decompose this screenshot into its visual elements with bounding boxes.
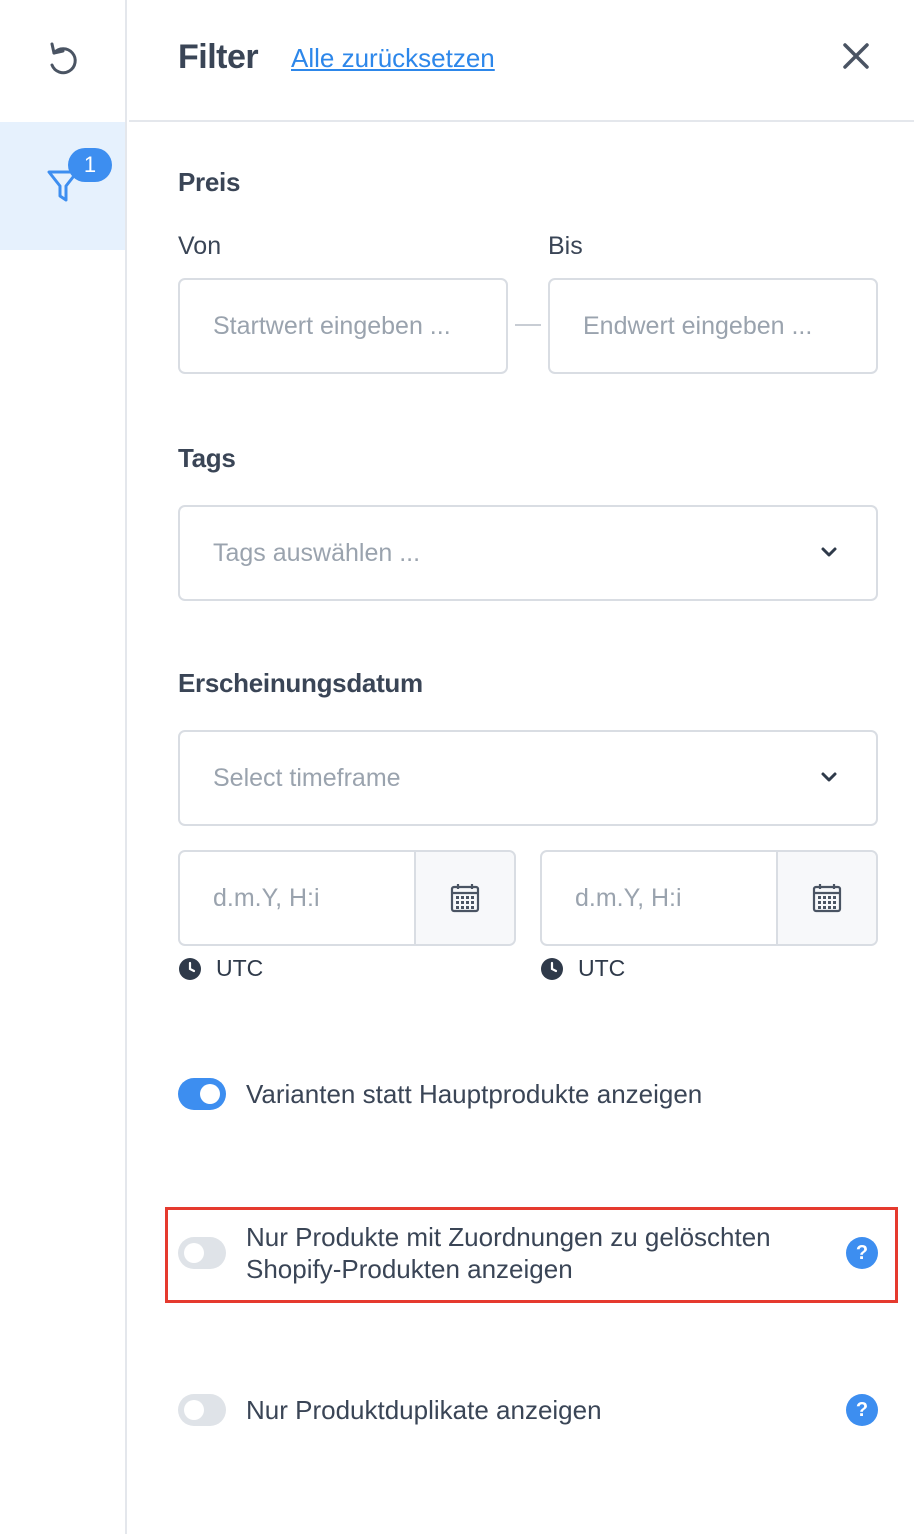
toggle-row-deleted-shopify: Nur Produkte mit Zuordnungen zu gelöscht…: [178, 1221, 771, 1285]
duplicates-toggle[interactable]: [178, 1394, 226, 1426]
calendar-icon: [812, 884, 842, 913]
price-from-label: Von: [178, 232, 222, 260]
page-title: Filter: [178, 38, 259, 76]
price-section-label: Preis: [178, 167, 241, 197]
price-to-label: Bis: [548, 232, 583, 260]
clock-icon: [541, 957, 563, 980]
help-icon[interactable]: ?: [846, 1237, 878, 1269]
variants-toggle[interactable]: [178, 1078, 226, 1110]
price-from-placeholder: Startwert eingeben ...: [213, 311, 451, 340]
timeframe-placeholder: Select timeframe: [213, 763, 401, 792]
chevron-down-icon: [821, 772, 837, 782]
undo-icon: [50, 42, 77, 75]
tags-select[interactable]: Tags auswählen ...: [178, 505, 878, 601]
range-separator: [515, 324, 541, 326]
toggle-knob: [184, 1243, 204, 1263]
variants-toggle-label: Varianten statt Hauptprodukte anzeigen: [246, 1079, 703, 1109]
end-timezone-label: UTC: [578, 955, 626, 981]
start-date-placeholder: d.m.Y, H:i: [213, 884, 320, 912]
deleted-shopify-label-line2: Shopify-Produkten anzeigen: [246, 1254, 573, 1284]
start-date-picker-button[interactable]: [414, 852, 514, 944]
deleted-shopify-toggle[interactable]: [178, 1237, 226, 1269]
start-date-input[interactable]: d.m.Y, H:i: [178, 850, 516, 946]
start-timezone: UTC: [178, 955, 263, 982]
reset-all-link[interactable]: Alle zurücksetzen: [291, 43, 495, 74]
tags-placeholder: Tags auswählen ...: [213, 538, 421, 567]
filter-count-badge: 1: [68, 148, 112, 182]
undo-button[interactable]: [0, 0, 125, 120]
chevron-down-icon: [821, 547, 837, 557]
duplicates-toggle-label: Nur Produktduplikate anzeigen: [246, 1395, 602, 1425]
tags-section-label: Tags: [178, 443, 236, 473]
end-date-placeholder: d.m.Y, H:i: [575, 884, 682, 912]
end-date-input[interactable]: d.m.Y, H:i: [540, 850, 878, 946]
help-icon[interactable]: ?: [846, 1394, 878, 1426]
end-timezone: UTC: [540, 955, 625, 982]
toggle-knob: [184, 1400, 204, 1420]
clock-icon: [179, 957, 201, 980]
deleted-shopify-toggle-label: Nur Produkte mit Zuordnungen zu gelöscht…: [246, 1221, 771, 1285]
filter-rail-button[interactable]: [0, 122, 125, 250]
timeframe-select[interactable]: Select timeframe: [178, 730, 878, 826]
price-to-input[interactable]: Endwert eingeben ...: [548, 278, 878, 374]
release-date-section-label: Erscheinungsdatum: [178, 668, 423, 698]
end-date-picker-button[interactable]: [776, 852, 876, 944]
price-to-placeholder: Endwert eingeben ...: [583, 311, 813, 340]
side-rail: [0, 0, 127, 1534]
calendar-icon: [450, 884, 480, 913]
close-icon[interactable]: [840, 40, 872, 72]
price-from-input[interactable]: Startwert eingeben ...: [178, 278, 508, 374]
start-timezone-label: UTC: [216, 955, 264, 981]
toggle-row-variants: Varianten statt Hauptprodukte anzeigen: [178, 1078, 702, 1110]
toggle-knob: [200, 1084, 220, 1104]
toggle-row-duplicates: Nur Produktduplikate anzeigen: [178, 1394, 602, 1426]
deleted-shopify-label-line1: Nur Produkte mit Zuordnungen zu gelöscht…: [246, 1222, 771, 1252]
filter-header: Filter Alle zurücksetzen: [129, 0, 914, 122]
